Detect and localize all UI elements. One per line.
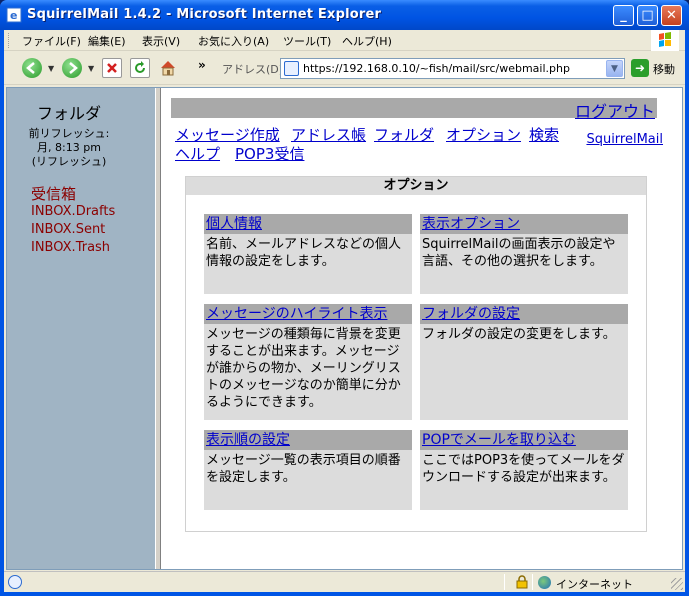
folder-inbox[interactable]: 受信箱 [31,183,76,204]
menu-help[interactable]: ヘルプ(H) [342,33,392,49]
option-personal-desc: 名前、メールアドレスなどの個人情報の設定をします。 [206,237,402,269]
address-label: アドレス(D) [222,63,284,76]
option-highlight-link[interactable]: メッセージのハイライト表示 [206,306,387,322]
back-icon[interactable] [22,58,42,78]
option-pop-desc: ここではPOP3を使ってメールをダウンロードする設定が出来ます。 [422,453,625,485]
option-order-desc: メッセージ一覧の表示項目の順番を設定します。 [206,453,401,485]
page-viewport: フォルダ 前リフレッシュ: 月, 8:13 pm (リフレッシュ) 受信箱 IN… [6,87,683,570]
back-dropdown-icon[interactable]: ▼ [48,64,54,73]
options-title: オプション [186,177,646,195]
menu-tools[interactable]: ツール(T) [283,33,331,49]
option-card-head: POPでメールを取り込む [420,430,628,450]
option-card-folders: フォルダの設定 フォルダの設定の変更をします。 [420,304,628,420]
lock-icon[interactable] [516,575,528,589]
menu-grip [8,33,11,48]
option-personal-link[interactable]: 個人情報 [206,216,262,232]
address-url[interactable]: https://192.168.0.10/~fish/mail/src/webm… [303,62,570,75]
option-card-display: 表示オプション SquirrelMailの画面表示の設定や言語、その他の選択をし… [420,214,628,294]
main-frame: ログアウト メッセージ作成 アドレス帳 フォルダ オプション 検索 ヘルプ PO… [161,88,682,569]
home-icon[interactable] [158,58,178,78]
logout-link[interactable]: ログアウト [575,98,655,122]
menu-file[interactable]: ファイル(F) [22,33,81,49]
option-card-head: メッセージのハイライト表示 [204,304,412,324]
folder-frame: フォルダ 前リフレッシュ: 月, 8:13 pm (リフレッシュ) 受信箱 IN… [7,88,155,569]
stop-icon[interactable] [102,58,122,78]
folder-trash[interactable]: INBOX.Trash [31,240,110,255]
resize-grip[interactable] [671,578,683,590]
nav-search[interactable]: 検索 [529,124,559,145]
option-card-personal: 個人情報 名前、メールアドレスなどの個人情報の設定をします。 [204,214,412,294]
toolbar: ▼ ▼ » アドレス(D) https://192.168.0.10/~fish… [4,52,685,85]
browser-client: ファイル(F) 編集(E) 表示(V) お気に入り(A) ツール(T) ヘルプ(… [4,30,685,592]
menu-view[interactable]: 表示(V) [142,33,180,49]
page-status-icon [8,575,22,589]
menu-bar: ファイル(F) 編集(E) 表示(V) お気に入り(A) ツール(T) ヘルプ(… [4,30,685,51]
squirrelmail-link[interactable]: SquirrelMail [586,132,663,147]
option-card-head: フォルダの設定 [420,304,628,324]
close-button[interactable]: ✕ [661,5,682,26]
option-card-head: 表示順の設定 [204,430,412,450]
windows-logo-icon [651,30,679,51]
browser-window: e SquirrelMail 1.4.2 - Microsoft Interne… [0,0,689,596]
go-label: 移動 [653,63,675,76]
option-display-link[interactable]: 表示オプション [422,216,520,232]
option-card-head: 個人情報 [204,214,412,234]
status-separator [504,574,505,590]
address-bar[interactable]: https://192.168.0.10/~fish/mail/src/webm… [280,58,625,79]
nav-help[interactable]: ヘルプ [175,143,220,164]
menu-favorites[interactable]: お気に入り(A) [198,33,269,49]
option-card-order: 表示順の設定 メッセージ一覧の表示項目の順番を設定します。 [204,430,412,510]
option-pop-link[interactable]: POPでメールを取り込む [422,432,576,448]
svg-text:e: e [10,9,17,22]
status-bar: インターネット [4,571,685,592]
go-button[interactable]: ➜ 移動 [631,58,681,79]
refresh-link[interactable]: (リフレッシュ) [32,155,107,168]
security-zone-label: インターネット [556,578,633,591]
refresh-link-wrapper: (リフレッシュ) [7,153,131,169]
address-dropdown-icon[interactable]: ▼ [606,60,623,77]
go-arrow-icon: ➜ [631,59,649,77]
page-icon [284,61,299,76]
title-bar[interactable]: e SquirrelMail 1.4.2 - Microsoft Interne… [0,0,689,30]
option-card-pop: POPでメールを取り込む ここではPOP3を使ってメールをダウンロードする設定が… [420,430,628,510]
option-order-link[interactable]: 表示順の設定 [206,432,290,448]
refresh-icon[interactable] [130,58,150,78]
globe-icon [538,576,551,589]
menu-edit[interactable]: 編集(E) [88,33,126,49]
folders-title: フォルダ [36,104,101,123]
toolbar-chevron-icon[interactable]: » [198,58,206,72]
option-card-head: 表示オプション [420,214,628,234]
top-bar: ログアウト [171,98,657,121]
option-display-desc: SquirrelMailの画面表示の設定や言語、その他の選択をします。 [422,237,616,269]
forward-icon[interactable] [62,58,82,78]
option-folders-desc: フォルダの設定の変更をします。 [422,327,616,342]
nav-pop3[interactable]: POP3受信 [235,143,304,164]
forward-dropdown-icon[interactable]: ▼ [88,64,94,73]
option-highlight-desc: メッセージの種類毎に背景を変更することが出来ます。メッセージが誰からの物か、メー… [206,327,401,410]
ie-app-icon: e [6,7,22,23]
option-folders-link[interactable]: フォルダの設定 [422,306,520,322]
nav-folders[interactable]: フォルダ [374,124,434,145]
folder-sent[interactable]: INBOX.Sent [31,222,105,237]
option-card-highlight: メッセージのハイライト表示 メッセージの種類毎に背景を変更することが出来ます。メ… [204,304,412,420]
status-separator [532,574,533,590]
folder-drafts[interactable]: INBOX.Drafts [31,204,115,219]
nav-options[interactable]: オプション [446,124,521,145]
maximize-button[interactable]: □ [637,5,658,26]
window-title: SquirrelMail 1.4.2 - Microsoft Internet … [27,7,382,22]
nav-compose[interactable]: メッセージ作成 [175,124,280,145]
minimize-button[interactable]: _ [613,5,634,26]
options-panel: オプション 個人情報 名前、メールアドレスなどの個人情報の設定をします。 表示オ… [185,176,647,532]
nav-addresses[interactable]: アドレス帳 [291,124,366,145]
